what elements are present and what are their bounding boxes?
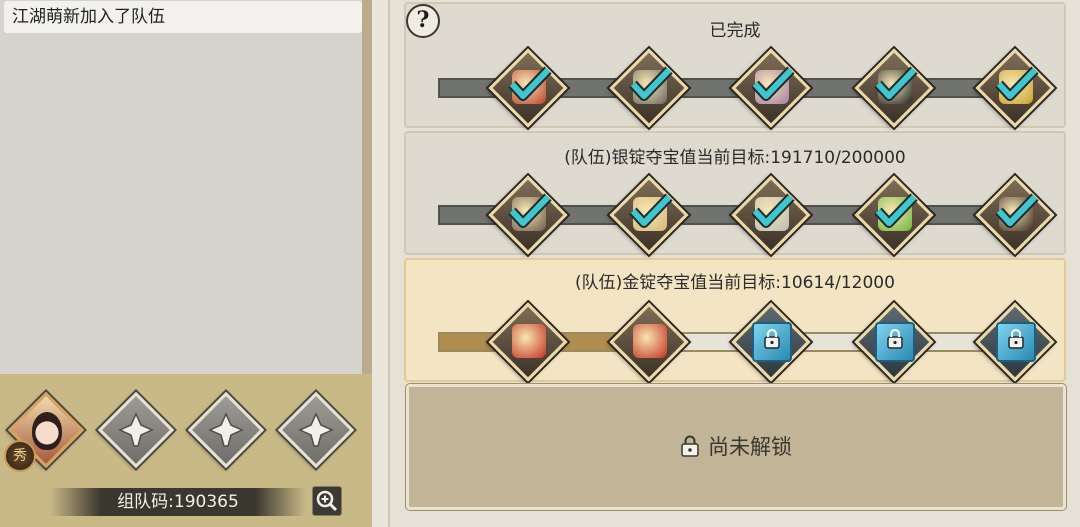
reward-node-wine-jar[interactable] (975, 175, 1055, 255)
gold-tier-row: (队伍)金锭夺宝值当前目标:10614/12000 (404, 258, 1066, 382)
lock-icon (887, 328, 903, 349)
locked-tier-label: 尚未解锁 (409, 431, 1063, 461)
reward-node-stone-pouch[interactable] (609, 48, 689, 128)
locked-tier-text: 尚未解锁 (708, 435, 792, 459)
check-icon (995, 66, 1039, 101)
team-chat-panel: 江湖萌新加入了队伍 秀 组队码:190365 (0, 0, 372, 527)
check-icon (751, 193, 795, 228)
avatar-badge: 秀 (4, 440, 36, 472)
add-member-icon (208, 412, 244, 447)
reward-node-blue-chest[interactable] (731, 302, 811, 382)
lock-icon (764, 328, 780, 349)
help-icon[interactable]: ? (406, 4, 440, 38)
check-icon (751, 66, 795, 101)
reward-node-blue-chest[interactable] (975, 302, 1055, 382)
zoom-in-icon (316, 490, 338, 512)
reward-node-gold-chest[interactable] (488, 302, 568, 382)
gold-chest-icon (633, 324, 667, 358)
reward-node-gift-chest[interactable] (488, 48, 568, 128)
avatar-portrait (32, 412, 62, 450)
check-icon (508, 66, 552, 101)
empty-team-slot-3[interactable] (277, 391, 355, 469)
silver-tier-row: (队伍)银锭夺宝值当前目标:191710/200000 (404, 131, 1066, 255)
check-icon (629, 193, 673, 228)
empty-team-slot-1[interactable] (97, 391, 175, 469)
check-icon (629, 66, 673, 101)
reward-node-map-scroll[interactable] (609, 175, 689, 255)
reward-node-blue-chest[interactable] (854, 302, 934, 382)
reward-node-silver-ingot[interactable] (731, 175, 811, 255)
reward-node-mystery-box[interactable] (854, 48, 934, 128)
reward-node-herb-basket[interactable] (975, 48, 1055, 128)
completed-tier-row: 已完成 (404, 2, 1066, 128)
locked-tier-panel: 尚未解锁 (406, 384, 1066, 510)
row-title: (队伍)银锭夺宝值当前目标:191710/200000 (564, 148, 906, 168)
team-code-label: 组队码:190365 (50, 488, 306, 516)
empty-team-slot-2[interactable] (187, 391, 265, 469)
row-title: 已完成 (709, 21, 761, 41)
check-icon (874, 66, 918, 101)
treasure-progress-panel: 已完成 (队伍)银锭夺宝值当前目标:191710/200000 (队伍)金锭夺宝… (388, 0, 1080, 527)
lock-icon (1008, 328, 1024, 349)
reward-node-pickaxe[interactable] (488, 175, 568, 255)
reward-node-scroll-bundle[interactable] (731, 48, 811, 128)
add-member-icon (298, 412, 334, 447)
reward-node-clover[interactable] (854, 175, 934, 255)
chat-message: 江湖萌新加入了队伍 (4, 1, 362, 33)
check-icon (995, 193, 1039, 228)
lock-icon (681, 435, 699, 457)
reward-node-gold-chest[interactable] (609, 302, 689, 382)
row-title: (队伍)金锭夺宝值当前目标:10614/12000 (575, 273, 895, 293)
check-icon (874, 193, 918, 228)
add-member-icon (118, 412, 154, 447)
check-icon (508, 193, 552, 228)
zoom-in-button[interactable] (312, 486, 342, 516)
gold-chest-icon (512, 324, 546, 358)
